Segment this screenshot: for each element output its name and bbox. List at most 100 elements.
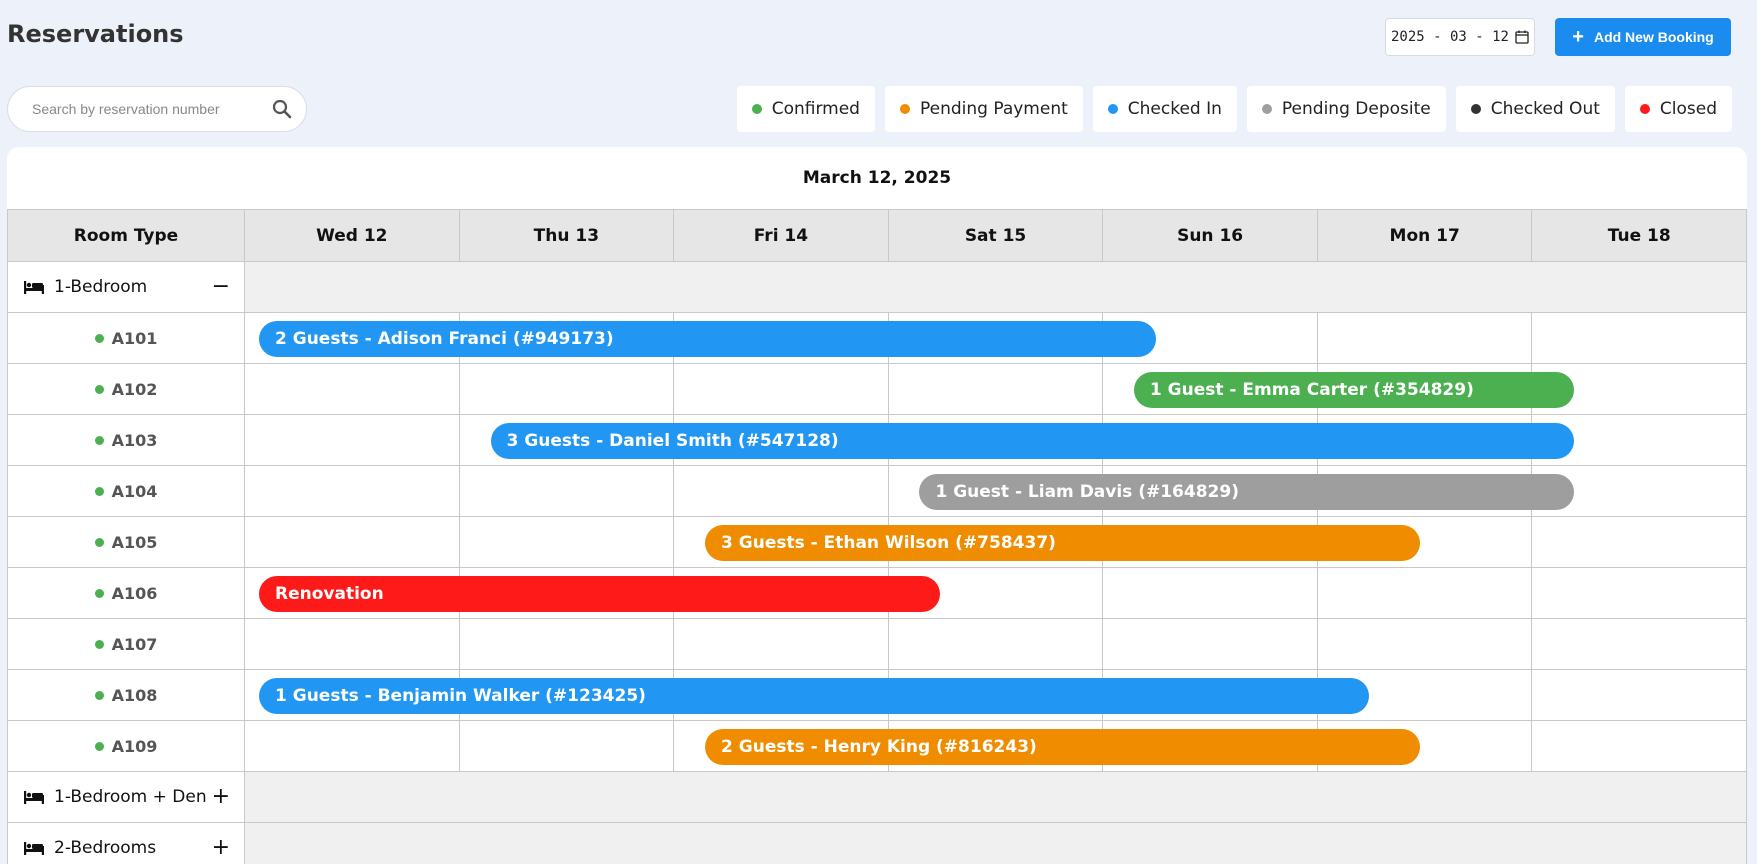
day-cell[interactable]	[1532, 670, 1746, 720]
legend-label: Confirmed	[771, 99, 860, 119]
room-number: A102	[111, 379, 158, 399]
day-cell[interactable]	[674, 466, 889, 516]
room-cell: A108	[8, 670, 245, 720]
legend-label: Checked In	[1127, 99, 1222, 119]
day-cell[interactable]	[1318, 619, 1533, 669]
day-cell[interactable]	[245, 619, 460, 669]
booking-bar[interactable]: 1 Guest - Liam Davis (#164829)	[919, 473, 1575, 510]
day-cell[interactable]	[1532, 568, 1746, 618]
day-cell[interactable]	[460, 619, 675, 669]
legend-item-checked-in: Checked In	[1092, 86, 1237, 132]
calendar-icon[interactable]	[1515, 30, 1529, 44]
room-number: A103	[111, 430, 158, 450]
day-cell[interactable]	[245, 466, 460, 516]
status-dot	[899, 104, 910, 114]
legend-label: Pending Payment	[919, 99, 1068, 119]
room-status-dot	[94, 486, 104, 496]
room-type-header: Room Type	[8, 210, 245, 261]
search-icon[interactable]	[272, 99, 292, 119]
day-cell[interactable]	[889, 619, 1104, 669]
collapse-icon[interactable]: −	[212, 276, 230, 298]
calendar-header-row: Room Type Wed 12 Thu 13 Fri 14 Sat 15 Su…	[7, 209, 1747, 262]
day-cell[interactable]	[460, 466, 675, 516]
room-group-row: 1-Bedroom −	[7, 262, 1747, 313]
day-cell[interactable]	[1318, 568, 1533, 618]
add-new-booking-label: Add New Booking	[1593, 29, 1714, 45]
room-group-name: 1-Bedroom + Den	[54, 787, 207, 807]
status-dot	[1470, 104, 1481, 114]
day-cell[interactable]	[1318, 313, 1533, 363]
day-cell[interactable]	[1532, 517, 1746, 567]
day-cell[interactable]	[674, 619, 889, 669]
day-cell[interactable]	[245, 415, 460, 465]
room-cell: A106	[8, 568, 245, 618]
room-group-label: 1-Bedroom	[24, 277, 147, 297]
room-status-dot	[94, 588, 104, 598]
day-header: Thu 13	[460, 210, 675, 261]
legend-label: Checked Out	[1490, 99, 1600, 119]
day-cell[interactable]	[460, 721, 675, 771]
room-group-cell: 1-Bedroom + Den +	[8, 772, 245, 822]
booking-bar[interactable]: 3 Guests - Daniel Smith (#547128)	[490, 422, 1575, 459]
group-row-filler	[245, 823, 1746, 864]
bed-icon	[24, 791, 44, 804]
room-status-dot	[94, 639, 104, 649]
room-group-row: 1-Bedroom + Den +	[7, 772, 1747, 823]
legend-item-checked-out: Checked Out	[1455, 86, 1615, 132]
room-status-dot	[94, 435, 104, 445]
add-new-booking-button[interactable]: + Add New Booking	[1555, 18, 1731, 56]
room-number: A101	[111, 328, 158, 348]
day-cell[interactable]	[245, 517, 460, 567]
date-value: 2025 - 03 - 12	[1390, 29, 1509, 45]
booking-bar[interactable]: 2 Guests - Adison Franci (#949173)	[259, 320, 1157, 357]
day-cell[interactable]	[1532, 619, 1746, 669]
room-number: A104	[111, 481, 158, 501]
booking-bar[interactable]: 1 Guest - Emma Carter (#354829)	[1133, 371, 1575, 408]
expand-icon[interactable]: +	[212, 837, 230, 859]
room-group-cell: 1-Bedroom −	[8, 262, 245, 312]
room-group-name: 1-Bedroom	[54, 277, 148, 297]
room-status-dot	[94, 333, 104, 343]
room-cell: A105	[8, 517, 245, 567]
status-legend: Confirmed Pending Payment Checked In Pen…	[736, 86, 1732, 132]
calendar-grid: Room Type Wed 12 Thu 13 Fri 14 Sat 15 Su…	[7, 209, 1747, 864]
date-picker[interactable]: 2025 - 03 - 12	[1385, 18, 1535, 56]
room-group-label: 1-Bedroom + Den	[24, 787, 207, 807]
bed-icon	[24, 281, 44, 294]
group-row-filler	[245, 772, 1746, 822]
legend-item-confirmed: Confirmed	[736, 86, 875, 132]
day-cell[interactable]	[1103, 568, 1318, 618]
room-cell: A104	[8, 466, 245, 516]
search-box[interactable]	[7, 86, 307, 132]
room-number: A106	[111, 583, 158, 603]
room-cell: A103	[8, 415, 245, 465]
room-status-dot	[94, 537, 104, 547]
day-cell[interactable]	[889, 364, 1104, 414]
day-cell[interactable]	[1532, 313, 1746, 363]
booking-bar[interactable]: Renovation	[259, 575, 940, 612]
booking-bar[interactable]: 1 Guests - Benjamin Walker (#123425)	[259, 677, 1369, 714]
expand-icon[interactable]: +	[212, 786, 230, 808]
legend-item-closed: Closed	[1624, 86, 1732, 132]
day-cell[interactable]	[460, 517, 675, 567]
day-cell[interactable]	[1532, 721, 1746, 771]
room-cell: A102	[8, 364, 245, 414]
day-header: Wed 12	[245, 210, 460, 261]
room-number: A108	[111, 685, 158, 705]
status-dot	[1261, 104, 1272, 114]
day-cell[interactable]	[460, 364, 675, 414]
booking-bar[interactable]: 3 Guests - Ethan Wilson (#758437)	[705, 524, 1421, 561]
search-input[interactable]	[32, 101, 272, 117]
booking-bar[interactable]: 2 Guests - Henry King (#816243)	[705, 728, 1421, 765]
room-cell: A107	[8, 619, 245, 669]
day-cell[interactable]	[674, 364, 889, 414]
room-cell: A109	[8, 721, 245, 771]
day-cell[interactable]	[245, 364, 460, 414]
page-title: Reservations	[7, 20, 184, 48]
status-dot	[751, 104, 762, 114]
day-header: Tue 18	[1607, 225, 1671, 246]
day-cell[interactable]	[1103, 619, 1318, 669]
room-group-row: 2-Bedrooms +	[7, 823, 1747, 864]
room-group-cell: 2-Bedrooms +	[8, 823, 245, 864]
day-cell[interactable]	[245, 721, 460, 771]
